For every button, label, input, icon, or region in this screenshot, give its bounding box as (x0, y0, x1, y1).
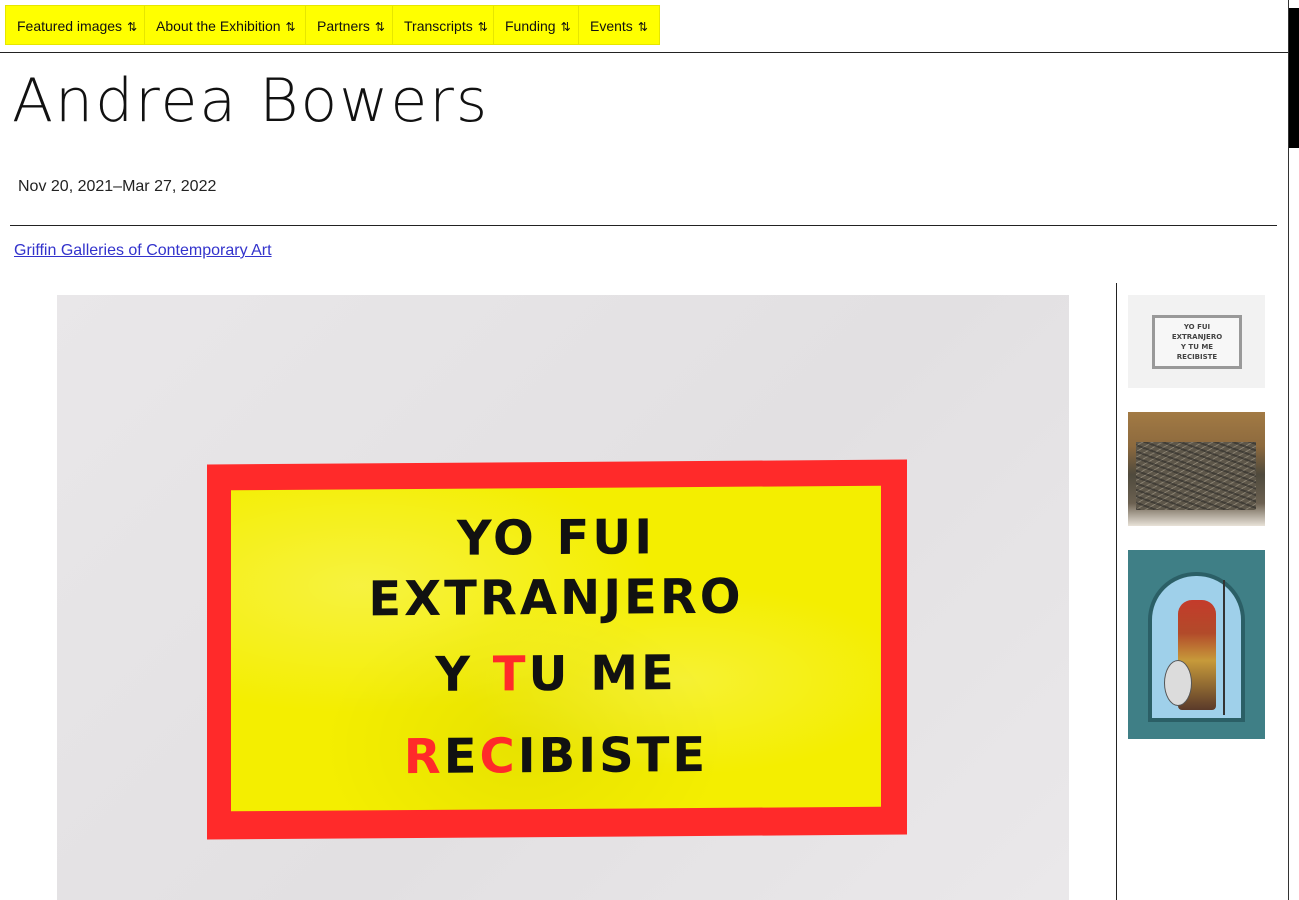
artwork-banner: YO FUI EXTRANJERO Y TU ME RECIBISTE (207, 459, 907, 840)
thumbnail-text-line: RECIBISTE (1176, 353, 1218, 361)
thumbnail-spear (1223, 580, 1225, 715)
thumbnail-text-line: YO FUI (1183, 323, 1211, 331)
nav-label: Partners (317, 18, 370, 34)
section-divider (10, 225, 1277, 226)
nav-transcripts[interactable]: Transcripts ⇅ (392, 5, 500, 45)
thumbnail-text-line: Y TU ME (1180, 343, 1214, 351)
sort-arrows-icon: ⇅ (560, 20, 571, 34)
gallery-divider (1116, 283, 1117, 900)
thumbnail-debris-artwork[interactable] (1128, 412, 1265, 526)
sort-arrows-icon: ⇅ (127, 20, 138, 34)
artwork-text-line: RECIBISTE (403, 726, 709, 786)
nav-label: Funding (505, 18, 556, 34)
sort-arrows-icon: ⇅ (637, 20, 648, 34)
sort-arrows-icon: ⇅ (477, 20, 488, 34)
venue-link[interactable]: Griffin Galleries of Contemporary Art (14, 242, 272, 260)
nav-label: About the Exhibition (156, 18, 281, 34)
nav-partners[interactable]: Partners ⇅ (305, 5, 397, 45)
thumbnail-banner-artwork[interactable]: YO FUI EXTRANJERO Y TU ME RECIBISTE (1128, 295, 1265, 388)
featured-artwork-image[interactable]: YO FUI EXTRANJERO Y TU ME RECIBISTE (57, 295, 1069, 900)
artwork-text-line: Y TU ME (435, 645, 677, 703)
thumbnail-banner: YO FUI EXTRANJERO Y TU ME RECIBISTE (1152, 315, 1242, 369)
nav-label: Featured images (17, 18, 123, 34)
exhibition-dates: Nov 20, 2021–Mar 27, 2022 (18, 178, 217, 195)
thumbnail-text-line: EXTRANJERO (1171, 333, 1223, 341)
page-title: Andrea Bowers (12, 66, 490, 136)
sort-arrows-icon: ⇅ (374, 20, 385, 34)
artwork-text-line: EXTRANJERO (368, 568, 744, 628)
nav-funding[interactable]: Funding ⇅ (493, 5, 583, 45)
nav-label: Events (590, 18, 633, 34)
thumbnail-shield (1164, 660, 1192, 706)
thumbnail-debris-image (1136, 442, 1256, 510)
nav-label: Transcripts (404, 18, 473, 34)
artwork-text-line: YO FUI (456, 509, 656, 567)
nav-events[interactable]: Events ⇅ (578, 5, 660, 45)
top-navigation: Featured images ⇅ About the Exhibition ⇅ P… (0, 0, 1288, 53)
sort-arrows-icon: ⇅ (285, 20, 296, 34)
scrollbar-thumb[interactable] (1289, 8, 1299, 148)
page: Featured images ⇅ About the Exhibition ⇅ P… (0, 0, 1299, 900)
artwork-banner-field: YO FUI EXTRANJERO Y TU ME RECIBISTE (231, 485, 881, 812)
nav-featured-images[interactable]: Featured images ⇅ (5, 5, 150, 45)
thumbnail-warrior-artwork[interactable] (1128, 550, 1265, 739)
nav-about-the-exhibition[interactable]: About the Exhibition ⇅ (144, 5, 308, 45)
